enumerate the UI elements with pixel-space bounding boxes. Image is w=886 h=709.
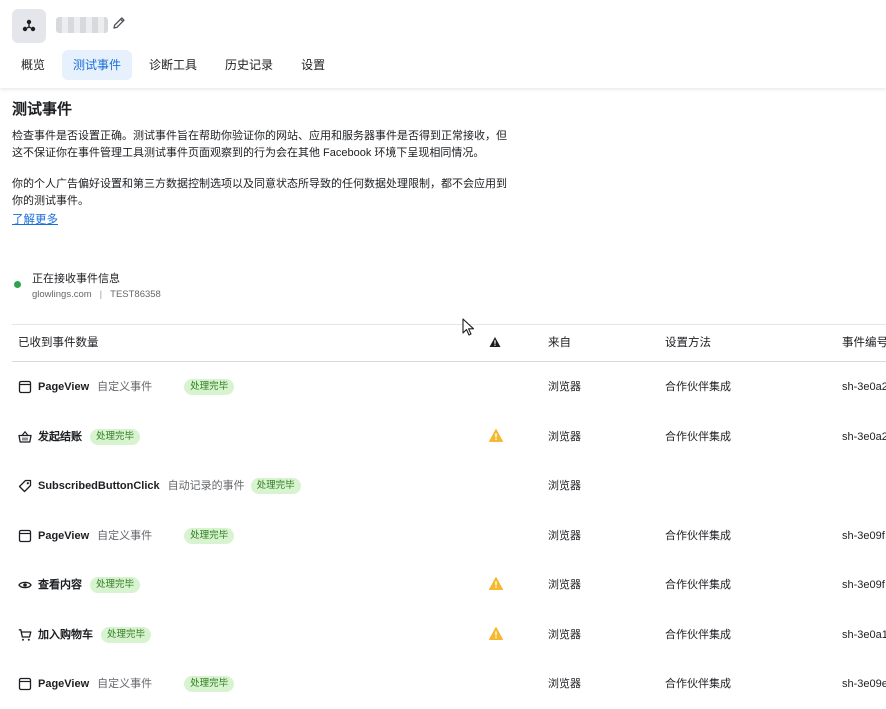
- event-id-cell: sh-3e0a2: [842, 430, 886, 443]
- source-cell: 浏览器: [548, 430, 581, 443]
- source-cell: 浏览器: [548, 678, 581, 690]
- mouse-cursor-icon: [462, 318, 475, 336]
- tab-diagnostics[interactable]: 诊断工具: [138, 50, 208, 80]
- event-name: SubscribedButtonClick: [38, 480, 160, 492]
- status-domain: glowlings.com: [32, 289, 92, 300]
- warning-icon[interactable]: [489, 626, 503, 640]
- pixel-icon[interactable]: [12, 9, 46, 43]
- event-id-cell: sh-3e09f: [842, 579, 885, 591]
- header: 概览 测试事件 诊断工具 历史记录 设置: [0, 0, 886, 88]
- page-icon: [18, 677, 32, 691]
- event-name: PageView: [38, 678, 90, 690]
- source-cell: 浏览器: [548, 480, 581, 492]
- event-cell: 查看内容 处理完毕: [18, 572, 141, 598]
- event-cell: 发起结账 处理完毕: [18, 424, 141, 450]
- events-table: 已收到事件数量 来自 设置方法 事件编号 PageView 自定义事件 处理完毕…: [12, 324, 886, 709]
- source-cell: 浏览器: [548, 628, 581, 641]
- pixel-name-redacted: [56, 17, 108, 33]
- status-separator: |: [99, 289, 103, 300]
- intro-section: 测试事件 检查事件是否设置正确。测试事件旨在帮助你验证你的网站、应用和服务器事件…: [12, 98, 512, 228]
- event-name: 查看内容: [38, 579, 82, 591]
- header-events: 已收到事件数量: [18, 337, 99, 349]
- page-icon: [18, 529, 32, 542]
- tab-overview[interactable]: 概览: [10, 50, 56, 80]
- method-cell: 合作伙伴集成: [665, 529, 731, 542]
- status-badge: 处理完毕: [90, 577, 141, 593]
- event-name: PageView: [38, 529, 90, 542]
- table-row[interactable]: PageView 自定义事件 处理完毕 浏览器 合作伙伴集成 sh-3e09e: [12, 659, 886, 709]
- method-cell: 合作伙伴集成: [665, 381, 731, 393]
- status-badge: 处理完毕: [184, 676, 235, 692]
- warning-icon[interactable]: [489, 577, 503, 590]
- cart-icon: [18, 628, 32, 641]
- source-cell: 浏览器: [548, 381, 581, 393]
- table-row[interactable]: 发起结账 处理完毕 浏览器 合作伙伴集成 sh-3e0a2: [12, 412, 886, 462]
- table-row[interactable]: 加入购物车 处理完毕 浏览器 合作伙伴集成 sh-3e0a1: [12, 610, 886, 660]
- privacy-paragraph: 你的个人广告偏好设置和第三方数据控制选项以及同意状态所导致的任何数据处理限制，都…: [12, 178, 507, 207]
- method-cell: 合作伙伴集成: [665, 678, 731, 690]
- event-type: 自定义事件: [97, 381, 153, 393]
- event-name: PageView: [38, 381, 90, 393]
- tab-bar: 概览 测试事件 诊断工具 历史记录 设置: [10, 50, 336, 80]
- tab-test-events[interactable]: 测试事件: [62, 50, 133, 80]
- event-cell: 加入购物车 处理完毕: [18, 622, 152, 648]
- source-cell: 浏览器: [548, 579, 581, 591]
- status-badge: 处理完毕: [250, 478, 301, 494]
- event-type: 自定义事件: [97, 529, 153, 542]
- table-row[interactable]: PageView 自定义事件 处理完毕 浏览器 合作伙伴集成 sh-3e09f: [12, 511, 886, 561]
- event-name: 加入购物车: [38, 628, 93, 641]
- warning-header-icon: [489, 337, 501, 347]
- method-cell: 合作伙伴集成: [665, 579, 731, 591]
- status-badge: 处理完毕: [184, 527, 235, 544]
- table-row[interactable]: 查看内容 处理完毕 浏览器 合作伙伴集成 sh-3e09f: [12, 560, 886, 610]
- eye-icon: [18, 581, 32, 589]
- tab-history[interactable]: 历史记录: [214, 50, 284, 80]
- table-header: 已收到事件数量 来自 设置方法 事件编号: [12, 324, 886, 362]
- basket-icon: [18, 430, 32, 443]
- event-cell: PageView 自定义事件 处理完毕: [18, 671, 235, 697]
- event-id-cell: sh-3e0a2: [842, 381, 886, 393]
- event-type: 自定义事件: [97, 678, 153, 690]
- edit-pencil-icon[interactable]: [111, 15, 127, 31]
- table-row[interactable]: PageView 自定义事件 处理完毕 浏览器 合作伙伴集成 sh-3e0a2: [12, 362, 886, 412]
- method-cell: 合作伙伴集成: [665, 628, 731, 641]
- event-id-cell: sh-3e0a1: [842, 628, 886, 641]
- status-dot-icon: [14, 281, 21, 288]
- event-cell: PageView 自定义事件 处理完毕: [18, 523, 235, 549]
- status-badge: 处理完毕: [90, 428, 141, 445]
- event-id-cell: sh-3e09f: [842, 529, 885, 542]
- page-icon: [18, 380, 32, 394]
- tag-icon: [18, 479, 32, 493]
- source-cell: 浏览器: [548, 529, 581, 542]
- status-badge: 处理完毕: [184, 379, 235, 395]
- network-icon: [22, 19, 36, 32]
- page-title: 测试事件: [12, 101, 73, 118]
- learn-more-link[interactable]: 了解更多: [12, 211, 58, 227]
- header-source: 来自: [548, 337, 571, 349]
- status-details: glowlings.com | TEST86358: [32, 289, 161, 300]
- header-method: 设置方法: [665, 337, 711, 349]
- event-type: 自动记录的事件: [167, 480, 245, 492]
- intro-paragraph: 检查事件是否设置正确。测试事件旨在帮助你验证你的网站、应用和服务器事件是否得到正…: [12, 130, 507, 159]
- table-row[interactable]: SubscribedButtonClick 自动记录的事件 处理完毕 浏览器: [12, 461, 886, 511]
- event-id-cell: sh-3e09e: [842, 678, 886, 690]
- status-label: 正在接收事件信息: [32, 273, 120, 285]
- event-name: 发起结账: [38, 430, 82, 443]
- header-event-id: 事件编号: [842, 337, 886, 349]
- event-cell: PageView 自定义事件 处理完毕: [18, 374, 235, 400]
- event-cell: SubscribedButtonClick 自动记录的事件 处理完毕: [18, 473, 301, 499]
- test-code: TEST86358: [110, 289, 161, 300]
- method-cell: 合作伙伴集成: [665, 430, 731, 443]
- warning-icon[interactable]: [489, 428, 503, 442]
- status-badge: 处理完毕: [101, 626, 152, 643]
- tab-settings[interactable]: 设置: [290, 50, 336, 80]
